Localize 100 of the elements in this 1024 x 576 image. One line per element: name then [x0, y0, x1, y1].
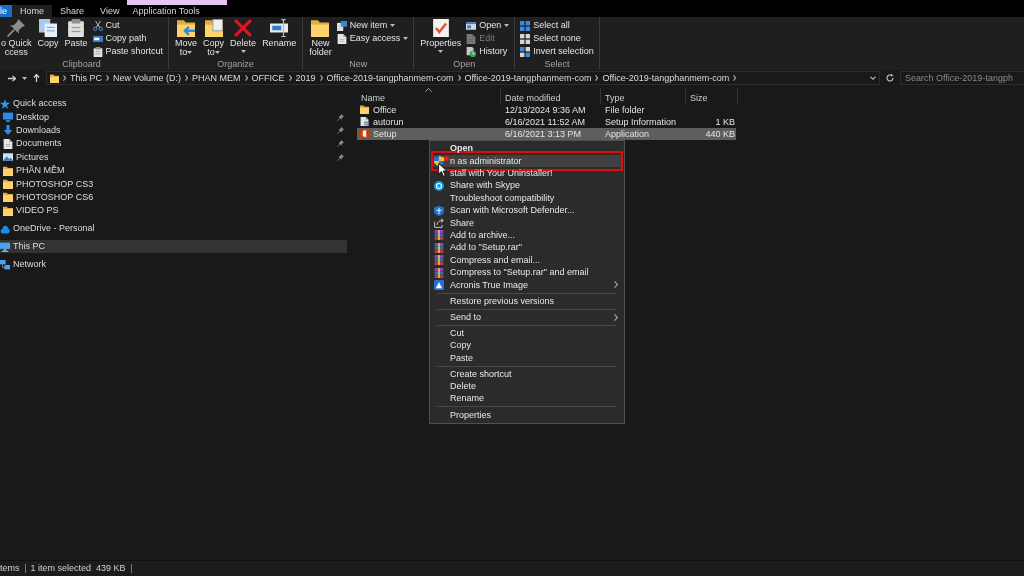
ribbon-button[interactable]: Select all — [520, 19, 594, 32]
menu-item[interactable]: Send to — [431, 310, 623, 324]
breadcrumb[interactable]: Office-2019-tangphanmem-com — [602, 72, 730, 84]
file-name: autorun — [373, 116, 404, 128]
menu-item[interactable]: Restore previous versions — [431, 294, 623, 308]
menu-item[interactable]: Compress to "Setup.rar" and email — [431, 266, 623, 279]
nav-item[interactable]: Quick access — [0, 97, 347, 111]
menu-item[interactable]: Troubleshoot compatibility — [431, 192, 623, 205]
ribbon-button[interactable]: Open — [466, 19, 510, 32]
ribbon-button[interactable]: Cut — [92, 19, 164, 32]
file-tab[interactable]: le — [0, 5, 12, 17]
file-row[interactable]: autorun 6/16/2021 11:52 AM Setup Information 1 KB — [357, 116, 736, 128]
ribbon-group-label: Clipboard — [61, 59, 102, 70]
ribbon-button[interactable]: New folder — [308, 19, 333, 59]
menu-item[interactable]: Copy — [431, 339, 623, 352]
menu-item[interactable]: Properties — [431, 408, 623, 422]
folder-icon — [360, 105, 369, 115]
ribbon-button[interactable]: Copy — [36, 19, 60, 59]
menu-item[interactable]: Open — [431, 142, 623, 155]
nav-item[interactable]: This PC — [0, 240, 347, 254]
ribbon-tab[interactable]: Share — [52, 5, 93, 17]
breadcrumb[interactable]: OFFICE — [251, 72, 285, 84]
chevron-icon[interactable] — [319, 75, 323, 81]
menu-item[interactable]: Create shortcut — [431, 367, 623, 381]
ribbon-button[interactable]: Copy to — [202, 19, 226, 59]
nav-item[interactable]: Documents — [0, 137, 347, 151]
books-icon — [434, 267, 444, 278]
ribbon-tab[interactable]: View — [92, 5, 128, 17]
chevron-down-icon[interactable] — [870, 76, 876, 80]
nav-item[interactable]: PHOTOSHOP CS3 — [0, 177, 347, 191]
picture-icon — [3, 152, 13, 163]
ribbon-button[interactable]: Paste — [63, 19, 89, 59]
nav-item[interactable]: VIDEO PS — [0, 204, 347, 218]
ribbon-button[interactable]: Invert selection — [520, 45, 594, 58]
column-header[interactable]: Size — [686, 88, 738, 104]
share-icon — [434, 218, 444, 229]
window-icon — [466, 20, 477, 31]
chevron-icon[interactable] — [595, 75, 599, 81]
document-icon — [3, 138, 13, 149]
ribbon-button[interactable]: Copy path — [92, 32, 164, 45]
menu-item[interactable]: stall with Your Uninstaller! — [431, 167, 623, 180]
ribbon-button[interactable]: Paste shortcut — [92, 45, 164, 58]
nav-item[interactable]: Pictures — [0, 150, 347, 164]
menu-item[interactable]: Cut — [431, 327, 623, 340]
menu-item[interactable]: Rename — [431, 392, 623, 406]
ribbon-button[interactable]: Easy access — [336, 32, 409, 45]
checklist-icon — [431, 19, 450, 37]
menu-item[interactable]: Acronis True Image — [431, 278, 623, 292]
chevron-icon[interactable] — [106, 75, 109, 81]
ribbon-button[interactable]: Rename — [261, 19, 298, 59]
folder-icon — [50, 73, 59, 83]
nav-item[interactable]: PHẦN MỀM — [0, 163, 347, 178]
nav-item[interactable]: PHOTOSHOP CS6 — [0, 190, 347, 205]
breadcrumb[interactable]: Office-2019-tangphanmem-com — [464, 72, 592, 84]
ribbon-button[interactable]: Properties — [419, 19, 463, 59]
ribbon-button[interactable]: New item — [336, 19, 409, 32]
menu-item[interactable]: Share with Skype — [431, 179, 623, 193]
breadcrumb[interactable]: This PC — [70, 72, 102, 84]
pin-icon — [7, 19, 26, 37]
chevron-icon[interactable] — [244, 75, 248, 81]
address-bar[interactable]: This PC New Volume (D:) PHAN MEM OFFICE 2019 Office-2019-tangphanmem-com Office-2019-tangphanmem-com Office-2019-tangphanmem-com — [46, 71, 880, 85]
breadcrumb[interactable]: Office-2019-tangphanmem-com — [326, 72, 454, 84]
ribbon-button[interactable]: Move to — [174, 19, 199, 59]
chevron-icon[interactable] — [185, 75, 189, 81]
ribbon-button[interactable]: Select none — [520, 32, 594, 45]
nav-item[interactable]: OneDrive - Personal — [0, 222, 347, 236]
menu-item[interactable]: Compress and email... — [431, 254, 623, 267]
menu-item[interactable]: n as administrator — [433, 154, 621, 168]
chevron-icon[interactable] — [733, 75, 737, 81]
menu-item[interactable]: Add to archive... — [431, 229, 623, 242]
menu-item[interactable]: Share — [431, 216, 623, 230]
menu-item[interactable]: Paste — [431, 351, 623, 365]
ribbon-button[interactable]: Delete — [229, 19, 258, 59]
nav-item[interactable]: Desktop — [0, 110, 347, 124]
menu-item[interactable]: Scan with Microsoft Defender... — [431, 204, 623, 217]
chevron-icon[interactable] — [457, 75, 461, 81]
cloud-icon — [0, 223, 10, 234]
refresh-icon[interactable] — [886, 74, 894, 82]
menu-item[interactable]: Delete — [431, 380, 623, 393]
ribbon-tab[interactable]: Home — [12, 5, 53, 17]
round-badge-icon — [434, 180, 444, 191]
column-header[interactable]: Type — [601, 88, 686, 104]
ribbon-button[interactable]: o Quick ccess — [0, 19, 33, 59]
file-row[interactable]: Office 12/13/2024 9:36 AM File folder — [357, 104, 736, 116]
search-field[interactable]: Search Office-2019-tangph — [900, 71, 1024, 85]
menu-item[interactable]: Add to "Setup.rar" — [431, 241, 623, 254]
file-row[interactable]: Setup 6/16/2021 3:13 PM Application 440 KB — [357, 128, 736, 140]
column-header[interactable]: Name — [357, 88, 501, 104]
column-header[interactable]: Date modified — [501, 88, 601, 104]
breadcrumb[interactable]: New Volume (D:) — [113, 72, 182, 84]
caret-icon[interactable] — [22, 76, 27, 80]
ribbon-button[interactable]: History — [466, 45, 510, 58]
breadcrumb[interactable]: PHAN MEM — [192, 72, 241, 84]
chevron-icon[interactable] — [288, 75, 292, 81]
breadcrumb[interactable]: 2019 — [295, 72, 316, 84]
nav-item[interactable]: Network — [0, 258, 347, 272]
up-arrow-icon[interactable] — [33, 74, 40, 82]
ribbon-tab[interactable]: Application Tools — [127, 5, 228, 17]
nav-item[interactable]: Downloads — [0, 123, 347, 138]
forward-icon[interactable] — [8, 74, 16, 82]
